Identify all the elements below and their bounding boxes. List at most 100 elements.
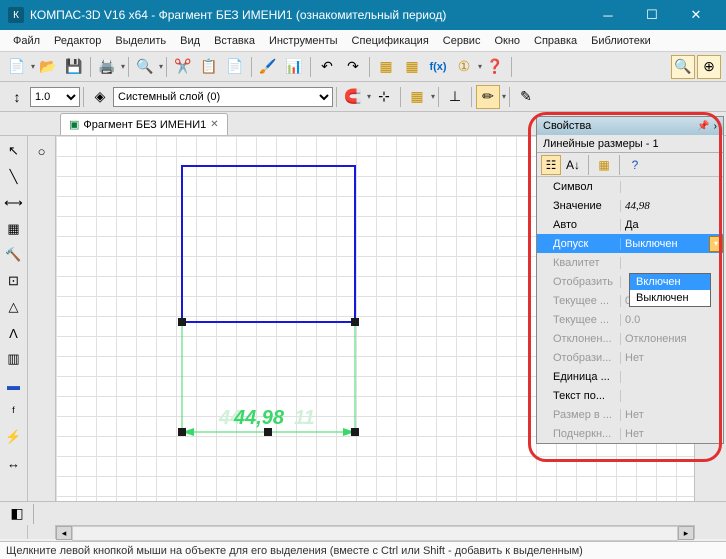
maximize-button[interactable]: ☐ (630, 0, 674, 30)
props-value[interactable]: Нет (621, 409, 723, 421)
props-row[interactable]: Квалитет (537, 253, 723, 272)
props-value[interactable]: Выключен▾ (621, 236, 723, 252)
props-row[interactable]: Текущее ...0.0 (537, 310, 723, 329)
open-button[interactable]: 📂 (36, 55, 60, 79)
menu-file[interactable]: Файл (6, 33, 47, 49)
props-key: Текст по... (537, 390, 621, 402)
tolerance-dropdown[interactable]: ВключенВыключен (629, 273, 711, 307)
horizontal-scrollbar[interactable]: ◂ ▸ (56, 525, 694, 541)
edit-tool[interactable]: 🔨 (2, 243, 26, 267)
dim-tool[interactable]: ⟷ (2, 191, 26, 215)
menu-window[interactable]: Окно (487, 33, 527, 49)
props-row[interactable]: Единица ... (537, 367, 723, 386)
tab-close-icon[interactable]: ✕ (210, 119, 218, 130)
layer-select[interactable]: Системный слой (0) (113, 87, 333, 107)
close-button[interactable]: ✕ (674, 0, 718, 30)
snap1-button[interactable]: ⊹ (372, 85, 396, 109)
preview-button[interactable]: 🔍 (133, 55, 157, 79)
props-sort-button[interactable]: A↓ (563, 155, 583, 175)
props-value[interactable]: Нет (621, 428, 723, 440)
props-row[interactable]: АвтоДа (537, 215, 723, 234)
props-row[interactable]: Подчеркн...Нет (537, 424, 723, 443)
scroll-left-button[interactable]: ◂ (56, 526, 72, 540)
angle-tool[interactable]: △ (2, 295, 26, 319)
scroll-right-button[interactable]: ▸ (678, 526, 694, 540)
brush-button[interactable]: 🖌️ (256, 55, 280, 79)
calc-button[interactable]: ① (452, 55, 476, 79)
menu-libraries[interactable]: Библиотеки (584, 33, 658, 49)
table-tool[interactable]: ▥ (2, 347, 26, 371)
edit-tool-button[interactable]: ✎ (514, 85, 538, 109)
menu-select[interactable]: Выделить (108, 33, 173, 49)
pin-icon[interactable]: 📌 (697, 121, 709, 132)
line-tool[interactable]: ╲ (2, 165, 26, 189)
zoom-in-button[interactable]: 🔍 (671, 55, 695, 79)
circle-tool[interactable]: ○ (30, 139, 54, 163)
props-value[interactable]: 44,98 (621, 200, 723, 212)
menu-editor[interactable]: Редактор (47, 33, 108, 49)
layer-icon[interactable]: ◈ (88, 85, 112, 109)
fx-button[interactable]: f(x) (426, 55, 450, 79)
paste-button[interactable]: 📄 (223, 55, 247, 79)
props-row[interactable]: Размер в ...Нет (537, 405, 723, 424)
minimize-button[interactable]: ─ (586, 0, 630, 30)
props-value[interactable]: 0.0 (621, 314, 723, 326)
hatch-tool[interactable]: ▦ (2, 217, 26, 241)
grid-button[interactable]: ▦ (405, 85, 429, 109)
document-tab[interactable]: ▣ Фрагмент БЕЗ ИМЕНИ1 ✕ (60, 113, 228, 135)
dropdown-option[interactable]: Включен (630, 274, 710, 290)
help-pointer-button[interactable]: ❓ (483, 55, 507, 79)
props-value[interactable]: Да (621, 219, 723, 231)
tab-label: Фрагмент БЕЗ ИМЕНИ1 (83, 119, 206, 131)
print-button[interactable]: 🖨️ (95, 55, 119, 79)
redo-button[interactable]: ↷ (341, 55, 365, 79)
bt-tool1[interactable]: ◧ (5, 502, 29, 526)
layers-button[interactable]: ↕ (5, 85, 29, 109)
measure-tool[interactable]: Ʌ (2, 321, 26, 345)
menu-view[interactable]: Вид (173, 33, 207, 49)
zoom-fit-button[interactable]: ⊕ (697, 55, 721, 79)
props-row[interactable]: Текст по... (537, 386, 723, 405)
lib2-button[interactable]: ▦ (400, 55, 424, 79)
props-value[interactable]: Отклонения (621, 333, 723, 345)
props-value[interactable]: Нет (621, 352, 723, 364)
report-tool[interactable]: ▬ (2, 373, 26, 397)
magnet-button[interactable]: 🧲 (341, 85, 365, 109)
param2-tool[interactable]: ᶠ (2, 399, 26, 423)
scroll-track[interactable] (72, 526, 678, 541)
props-close-icon[interactable]: › (714, 121, 717, 132)
menu-insert[interactable]: Вставка (207, 33, 262, 49)
cut-button[interactable]: ✂️ (171, 55, 195, 79)
props-key: Отобрази... (537, 352, 621, 364)
menu-service[interactable]: Сервис (436, 33, 488, 49)
new-button[interactable]: 📄 (5, 55, 29, 79)
ortho-button[interactable]: ⊥ (443, 85, 467, 109)
dim-tool-button[interactable]: ✏ (476, 85, 500, 109)
dropdown-option[interactable]: Выключен (630, 290, 710, 306)
menu-spec[interactable]: Спецификация (345, 33, 436, 49)
arrow-tool[interactable]: ↖ (2, 139, 26, 163)
ruler-tool[interactable]: ↔ (2, 451, 26, 475)
dropdown-button[interactable]: ▾ (709, 236, 723, 252)
bolt-tool[interactable]: ⚡ (2, 425, 26, 449)
props-categorize-button[interactable]: ☷ (541, 155, 561, 175)
menu-help[interactable]: Справка (527, 33, 584, 49)
undo-button[interactable]: ↶ (315, 55, 339, 79)
menu-bar: Файл Редактор Выделить Вид Вставка Инстр… (0, 30, 726, 52)
props-button[interactable]: 📊 (282, 55, 306, 79)
save-button[interactable]: 💾 (62, 55, 86, 79)
copy-button[interactable]: 📋 (197, 55, 221, 79)
window-title: КОМПАС-3D V16 x64 - Фрагмент БЕЗ ИМЕНИ1 … (30, 8, 586, 22)
param-tool[interactable]: ⊡ (2, 269, 26, 293)
zoom-select[interactable]: 1.0 (30, 87, 80, 107)
menu-tools[interactable]: Инструменты (262, 33, 345, 49)
props-row[interactable]: ДопускВыключен▾ (537, 234, 723, 253)
props-row[interactable]: Значение44,98 (537, 196, 723, 215)
props-row[interactable]: Отобрази...Нет (537, 348, 723, 367)
props-lib-button[interactable]: ▦ (594, 155, 614, 175)
props-header[interactable]: Свойства 📌 › (537, 117, 723, 135)
props-help-button[interactable]: ? (625, 155, 645, 175)
props-row[interactable]: Отклонен...Отклонения (537, 329, 723, 348)
props-row[interactable]: Символ (537, 177, 723, 196)
lib1-button[interactable]: ▦ (374, 55, 398, 79)
